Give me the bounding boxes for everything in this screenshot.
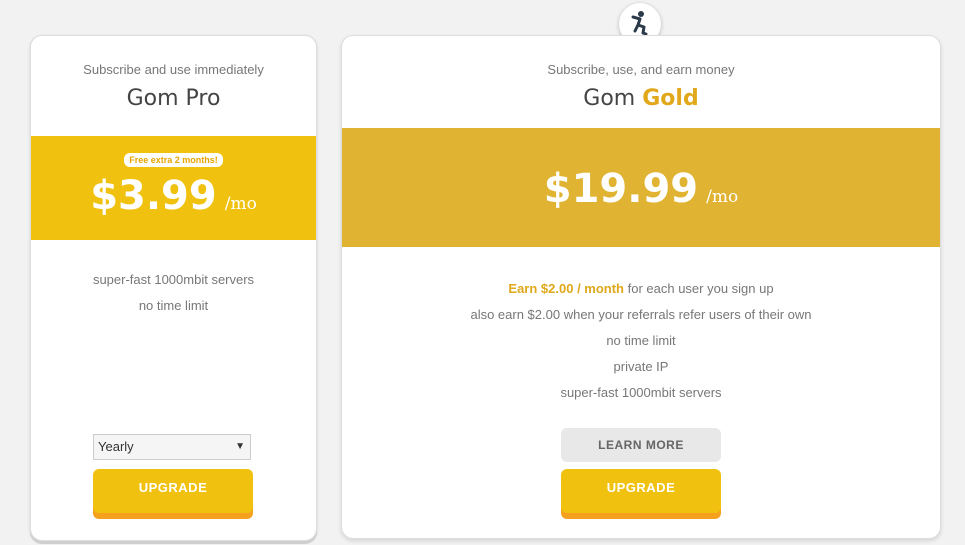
triangle-down-icon: ▼ xyxy=(235,441,245,452)
earn-highlight: Earn $2.00 / month xyxy=(508,281,624,296)
feature-list: super-fast 1000mbit servers no time limi… xyxy=(31,267,316,319)
feature-item: super-fast 1000mbit servers xyxy=(92,272,255,287)
plan-title-accent: Gold xyxy=(642,86,699,111)
plan-title-prefix: Gom xyxy=(583,86,636,111)
plan-subtitle: Subscribe, use, and earn money xyxy=(547,62,735,77)
learn-more-button[interactable]: LEARN MORE xyxy=(561,428,721,462)
plan-card-pro: Subscribe and use immediately Gom Pro Fr… xyxy=(30,35,317,541)
feature-item: also earn $2.00 when your referrals refe… xyxy=(470,307,812,322)
price-amount: $19.99 xyxy=(543,166,699,212)
feature-item: no time limit xyxy=(138,298,209,313)
promo-badge: Free extra 2 months! xyxy=(124,153,223,167)
plan-title: Gom Gold xyxy=(342,86,940,111)
upgrade-button[interactable]: UPGRADE xyxy=(93,469,253,513)
billing-period-select[interactable]: Yearly ▼ xyxy=(93,434,251,460)
price-amount: $3.99 xyxy=(90,173,217,219)
plan-subtitle: Subscribe and use immediately xyxy=(83,62,264,77)
feature-item: no time limit xyxy=(606,333,676,348)
price-band: $19.99/mo xyxy=(342,128,940,247)
price-period: /mo xyxy=(224,194,257,214)
feature-list: Earn $2.00 / month for each user you sig… xyxy=(342,276,940,406)
upgrade-button[interactable]: UPGRADE xyxy=(561,469,721,513)
feature-item: super-fast 1000mbit servers xyxy=(560,385,722,400)
plan-card-gold: Subscribe, use, and earn money Gom Gold … xyxy=(341,35,941,539)
billing-period-value: Yearly xyxy=(98,439,134,454)
feature-item-earn: Earn $2.00 / month for each user you sig… xyxy=(342,276,940,302)
feature-item: private IP xyxy=(613,359,669,374)
earn-rest: for each user you sign up xyxy=(624,281,774,296)
price-band: Free extra 2 months! $3.99/mo xyxy=(31,136,316,240)
price-period: /mo xyxy=(706,187,739,207)
plan-title: Gom Pro xyxy=(126,86,221,111)
